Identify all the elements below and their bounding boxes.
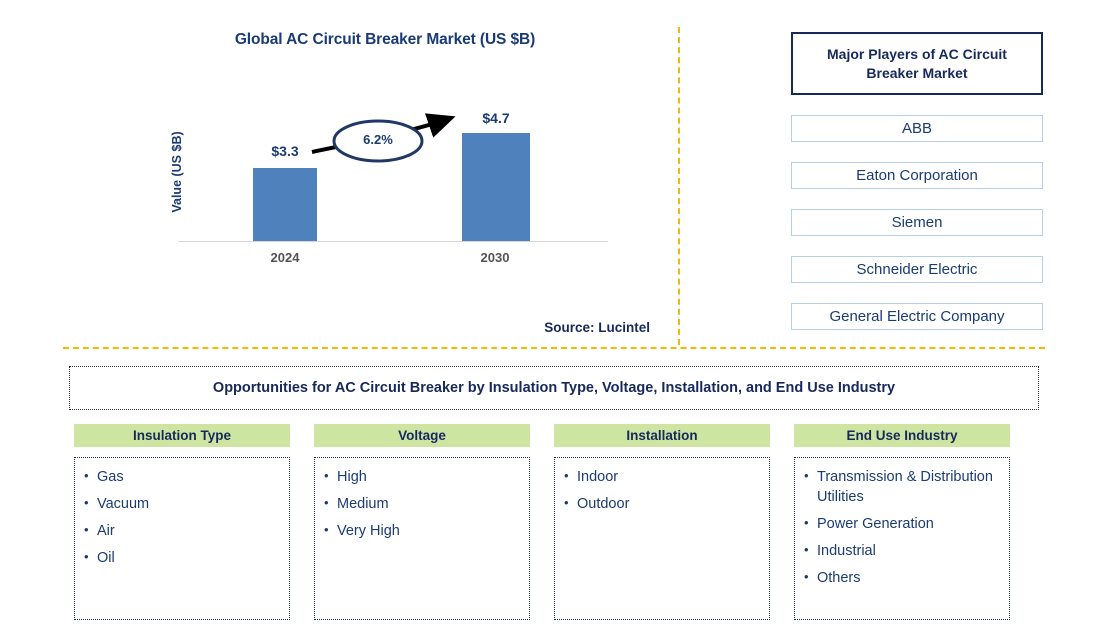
segment-header: End Use Industry [794, 424, 1010, 447]
chart-y-axis-label: Value (US $B) [170, 131, 184, 213]
list-item: Power Generation [804, 514, 1001, 534]
segmentation-columns: Insulation Type Gas Vacuum Air Oil Volta… [74, 424, 1034, 620]
player-item-schneider[interactable]: Schneider Electric [791, 256, 1043, 283]
source-label: Source: Lucintel [544, 320, 650, 335]
segment-list: Indoor Outdoor [554, 457, 770, 620]
player-label: Siemen [891, 214, 943, 231]
bar-2024 [253, 168, 317, 241]
x-tick-2024: 2024 [270, 250, 300, 265]
player-label: ABB [901, 120, 932, 137]
list-item: Indoor [564, 467, 761, 487]
segment-list: High Medium Very High [314, 457, 530, 620]
horizontal-divider [63, 347, 1045, 349]
list-item: Industrial [804, 541, 1001, 561]
vertical-divider [678, 27, 680, 345]
segment-list: Transmission & Distribution Utilities Po… [794, 457, 1010, 620]
segment-header: Installation [554, 424, 770, 447]
player-label: General Electric Company [829, 308, 1005, 325]
cagr-value: 6.2% [363, 132, 393, 147]
segment-column-installation: Installation Indoor Outdoor [554, 424, 770, 620]
list-item: Gas [84, 467, 281, 487]
list-item: Transmission & Distribution Utilities [804, 467, 1001, 507]
player-item-abb[interactable]: ABB [791, 115, 1043, 142]
segment-list: Gas Vacuum Air Oil [74, 457, 290, 620]
major-players-panel: Major Players of AC Circuit Breaker Mark… [791, 32, 1043, 330]
player-item-general-electric[interactable]: General Electric Company [791, 303, 1043, 330]
list-item: Oil [84, 548, 281, 568]
segment-column-insulation-type: Insulation Type Gas Vacuum Air Oil [74, 424, 290, 620]
chart-title: Global AC Circuit Breaker Market (US $B) [234, 31, 536, 48]
x-tick-2030: 2030 [480, 250, 510, 265]
list-item: Vacuum [84, 494, 281, 514]
list-item: Others [804, 568, 1001, 588]
list-item: Medium [324, 494, 521, 514]
opportunities-banner: Opportunities for AC Circuit Breaker by … [69, 366, 1039, 410]
player-item-eaton[interactable]: Eaton Corporation [791, 162, 1043, 189]
major-players-header: Major Players of AC Circuit Breaker Mark… [791, 32, 1043, 95]
player-label: Eaton Corporation [856, 167, 978, 184]
segment-header: Insulation Type [74, 424, 290, 447]
list-item: Air [84, 521, 281, 541]
list-item: Very High [324, 521, 521, 541]
chart-x-axis-line [178, 241, 608, 242]
segment-column-end-use-industry: End Use Industry Transmission & Distribu… [794, 424, 1010, 620]
player-label: Schneider Electric [856, 261, 978, 278]
infographic-page: Global AC Circuit Breaker Market (US $B)… [0, 0, 1106, 643]
segment-header: Voltage [314, 424, 530, 447]
list-item: High [324, 467, 521, 487]
player-item-siemen[interactable]: Siemen [791, 209, 1043, 236]
list-item: Outdoor [564, 494, 761, 514]
segment-column-voltage: Voltage High Medium Very High [314, 424, 530, 620]
market-chart-panel: Global AC Circuit Breaker Market (US $B)… [0, 0, 660, 335]
